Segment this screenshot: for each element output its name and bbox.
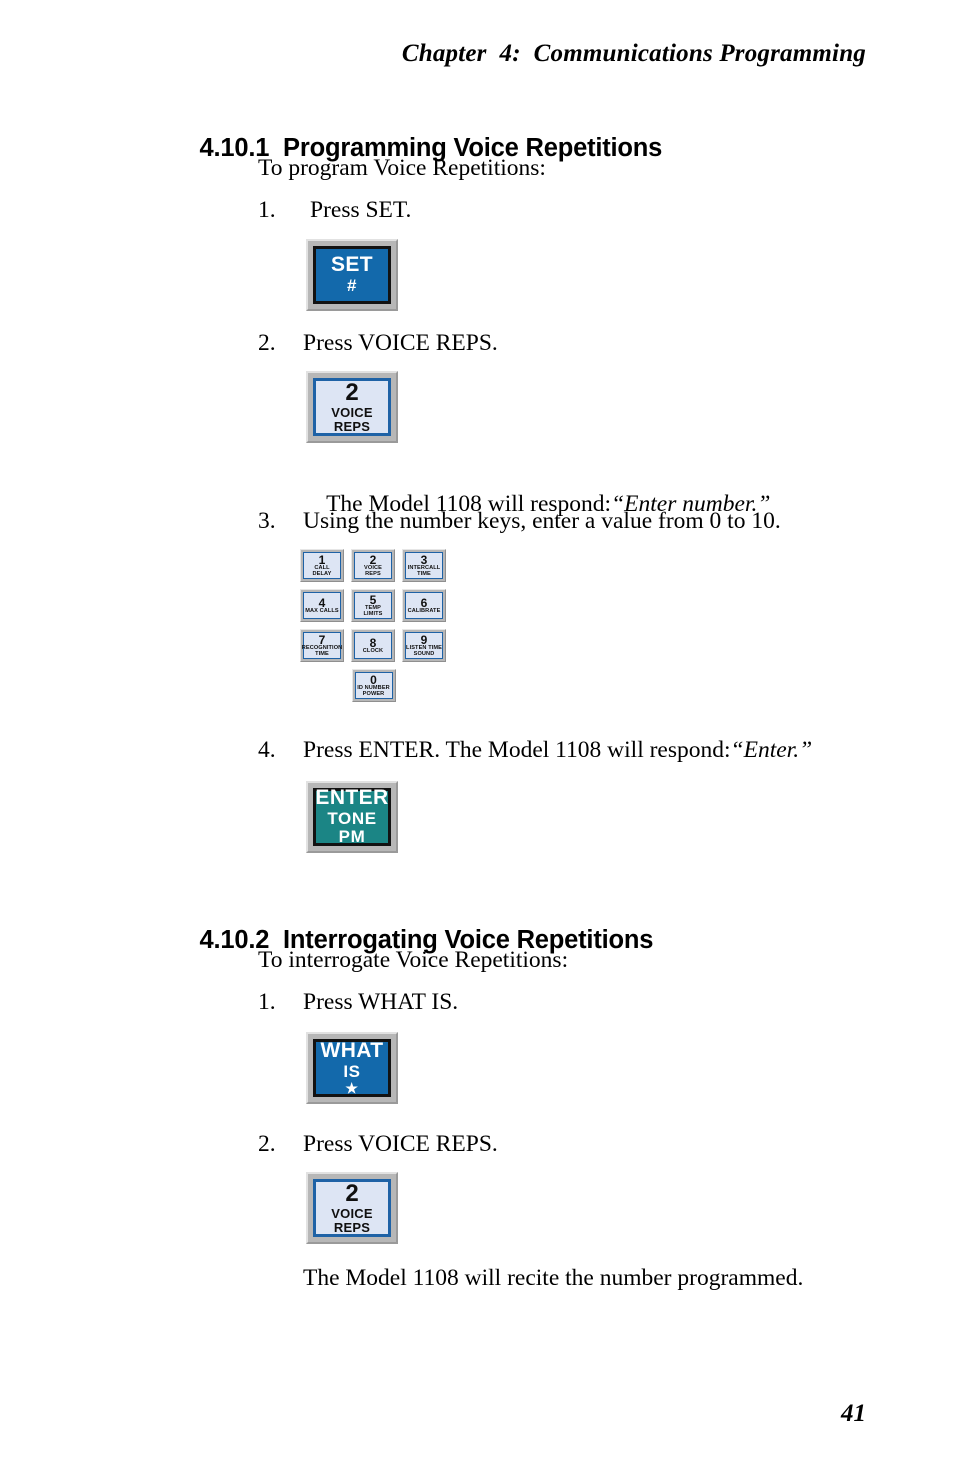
key-set[interactable]: SET #: [306, 239, 398, 311]
step-marker: 2.: [258, 330, 276, 356]
intro-paragraph-2: To interrogate Voice Repetitions:: [258, 947, 569, 973]
key-voice-reps-label-2: REPS: [333, 418, 371, 434]
keypad-key-6-face: 6 CALIBRATE: [405, 592, 443, 619]
keypad-key-5[interactable]: 5 TEMP LIMITS: [351, 589, 395, 622]
key-enter-label-2: TONE: [327, 808, 377, 828]
keypad-row: 4 MAX CALLS 5 TEMP LIMITS 6 CALIBRATE: [300, 589, 447, 622]
key-voice-reps-2[interactable]: 2 VOICE REPS: [306, 1172, 398, 1244]
star-icon: ★: [345, 1079, 359, 1096]
step-text-quote: “Enter.”: [730, 737, 813, 763]
step-text: Press SET.: [310, 197, 412, 223]
running-header: Chapter 4: Communications Programming: [401, 40, 866, 67]
keypad-key-5-face: 5 TEMP LIMITS: [354, 592, 392, 619]
step-text: Press VOICE REPS.: [303, 330, 498, 356]
keypad-key-label-2: TIME: [315, 650, 329, 657]
step-text: Using the number keys, enter a value fro…: [303, 508, 781, 534]
key-enter-label-3: PM: [338, 827, 366, 847]
key-what-is-label-1: WHAT: [320, 1038, 384, 1062]
keypad-key-1-face: 1 CALL DELAY: [303, 552, 341, 579]
keypad-key-digit: 4: [318, 595, 326, 610]
key-voice-reps-1[interactable]: 2 VOICE REPS: [306, 371, 398, 443]
keypad-key-1[interactable]: 1 CALL DELAY: [300, 549, 344, 582]
key-enter[interactable]: ENTER TONE PM: [306, 781, 398, 853]
keypad-key-label-2: REPS: [365, 570, 381, 577]
keypad-key-label-1: CALIBRATE: [407, 607, 441, 614]
page-number: 41: [841, 1400, 866, 1427]
keypad-key-2[interactable]: 2 VOICE REPS: [351, 549, 395, 582]
keypad-key-4[interactable]: 4 MAX CALLS: [300, 589, 344, 622]
closing-paragraph: The Model 1108 will recite the number pr…: [303, 1265, 804, 1291]
numeric-keypad[interactable]: 1 CALL DELAY 2 VOICE REPS 3 INTERCALL TIME 4 MAX C…: [300, 549, 447, 709]
step-1-1: 1. Press SET.: [258, 197, 411, 305]
keypad-key-3-face: 3 INTERCALL TIME: [405, 552, 443, 579]
step-marker: 2.: [258, 1131, 276, 1157]
keypad-key-8-face: 8 CLOCK: [354, 632, 392, 659]
key-set-face: SET #: [313, 246, 391, 304]
step-2-1: 1. Press WHAT IS.: [258, 989, 458, 1097]
keypad-row: 7 RECOGNITION TIME 8 CLOCK 9 LISTEN TIME SOUND: [300, 629, 447, 662]
keypad-key-6[interactable]: 6 CALIBRATE: [402, 589, 446, 622]
step-2-2: 2. Press VOICE REPS.: [258, 1131, 498, 1239]
step-1-3: 3. Using the number keys, enter a value …: [258, 508, 781, 616]
keypad-row: 0 ID NUMBER POWER: [300, 669, 447, 702]
step-text-lead: Press ENTER. The Model 1108 will respond…: [303, 737, 731, 763]
key-voice-reps-2-face: 2 VOICE REPS: [313, 1179, 391, 1237]
step-text: Press VOICE REPS.: [303, 1131, 498, 1157]
key-voice-reps-label-1: VOICE: [331, 1205, 373, 1221]
keypad-key-label-1: TEMP LIMITS: [363, 604, 383, 617]
keypad-key-label-1: MAX CALLS: [305, 607, 339, 614]
key-voice-reps-digit: 2: [345, 379, 359, 407]
step-marker: 3.: [258, 508, 276, 534]
step-marker: 1.: [258, 197, 276, 223]
keypad-key-9[interactable]: 9 LISTEN TIME SOUND: [402, 629, 446, 662]
keypad-key-label-2: POWER: [362, 690, 385, 697]
keypad-key-0-face: 0 ID NUMBER POWER: [354, 672, 393, 699]
key-set-label-2: #: [346, 276, 358, 296]
keypad-row: 1 CALL DELAY 2 VOICE REPS 3 INTERCALL TIME: [300, 549, 447, 582]
key-voice-reps-label-2: REPS: [333, 1219, 371, 1235]
step-1-2: 2. Press VOICE REPS.: [258, 330, 498, 438]
intro-paragraph-1: To program Voice Repetitions:: [258, 155, 546, 181]
step-text: Press WHAT IS.: [303, 989, 459, 1015]
keypad-key-label-2: TIME: [417, 570, 431, 577]
keypad-key-4-face: 4 MAX CALLS: [303, 592, 341, 619]
key-enter-face: ENTER TONE PM: [313, 786, 391, 847]
keypad-key-3[interactable]: 3 INTERCALL TIME: [402, 549, 446, 582]
keypad-key-9-face: 9 LISTEN TIME SOUND: [405, 632, 443, 659]
keypad-key-0[interactable]: 0 ID NUMBER POWER: [351, 669, 396, 702]
keypad-key-label-1: CLOCK: [362, 647, 384, 654]
keypad-key-2-face: 2 VOICE REPS: [354, 552, 392, 579]
step-marker: 4.: [258, 737, 276, 763]
step-marker: 1.: [258, 989, 276, 1015]
key-voice-reps-1-face: 2 VOICE REPS: [313, 378, 391, 436]
step-1-4: 4. Press ENTER. The Model 1108 will resp…: [258, 737, 812, 845]
keypad-key-8[interactable]: 8 CLOCK: [351, 629, 395, 662]
document-page: Chapter 4: Communications Programming 4.…: [0, 0, 954, 1475]
key-what-is[interactable]: WHAT IS ★: [306, 1032, 398, 1104]
keypad-key-digit: 8: [369, 635, 377, 650]
keypad-key-7-face: 7 RECOGNITION TIME: [302, 632, 342, 659]
keypad-key-7[interactable]: 7 RECOGNITION TIME: [300, 629, 344, 662]
keypad-key-digit: 6: [420, 595, 428, 610]
keypad-key-label-2: DELAY: [312, 570, 332, 577]
key-enter-label-1: ENTER: [315, 786, 389, 810]
key-voice-reps-digit: 2: [345, 1180, 359, 1208]
key-voice-reps-label-1: VOICE: [331, 404, 373, 420]
keypad-key-label-2: SOUND: [413, 650, 435, 657]
key-what-is-face: WHAT IS ★: [313, 1039, 391, 1097]
key-set-label-1: SET: [330, 253, 374, 277]
key-what-is-label-2: IS: [343, 1061, 361, 1081]
step-text: Press ENTER. The Model 1108 will respond…: [303, 737, 812, 764]
